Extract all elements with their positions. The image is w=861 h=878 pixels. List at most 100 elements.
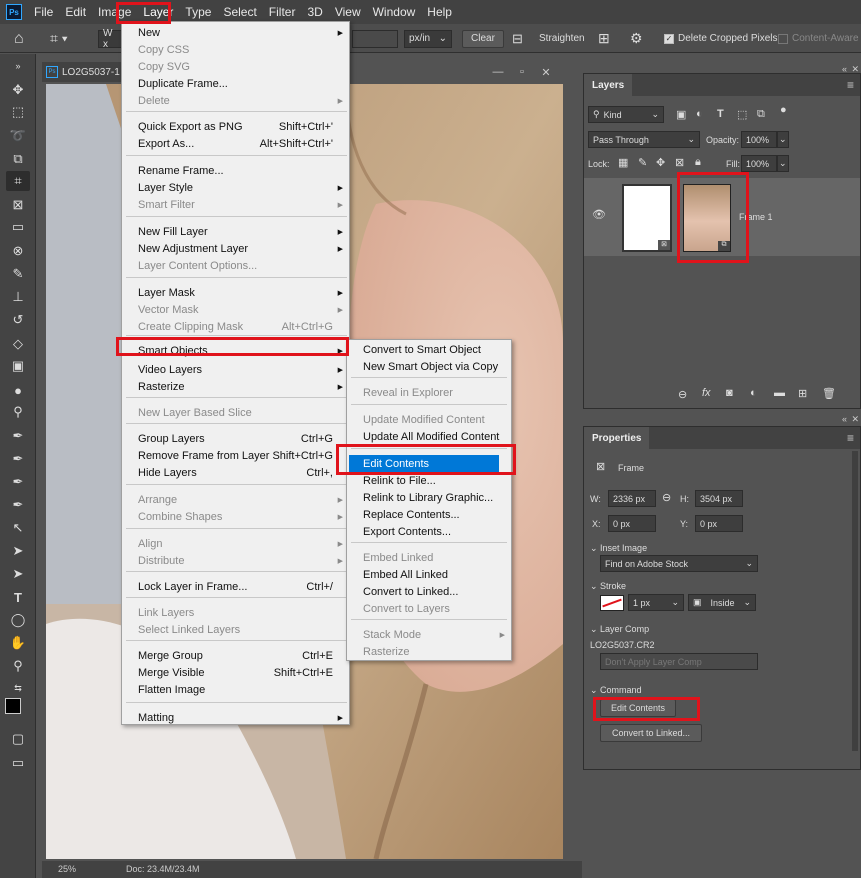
- eraser-tool-icon[interactable]: ◇: [6, 334, 30, 354]
- layer-menu-item[interactable]: Layer Mask ▶: [122, 284, 349, 301]
- link-layers-icon[interactable]: ⊖: [678, 388, 687, 401]
- new-layer-icon[interactable]: ⊞: [798, 387, 807, 400]
- filter-toggle-icon[interactable]: ●: [780, 104, 787, 116]
- layer-menu-item[interactable]: Arrange ▶: [122, 491, 349, 508]
- zoom-level[interactable]: 25%: [58, 864, 76, 874]
- inset-section-toggle[interactable]: ⌄ Inset Image: [590, 543, 647, 554]
- shape-tool-icon[interactable]: ◯: [6, 610, 30, 630]
- units-select[interactable]: px/in ⌄: [404, 29, 452, 48]
- direct-select-icon[interactable]: ➤: [6, 541, 30, 561]
- frame-thumbnail[interactable]: ⊠: [622, 184, 672, 252]
- edit-contents-menu-item[interactable]: Edit Contents: [349, 455, 499, 472]
- smart-object-menu-item[interactable]: Rasterize: [347, 643, 511, 660]
- opacity-input[interactable]: 100%: [741, 131, 777, 148]
- eye-icon[interactable]: 👁︎: [592, 208, 606, 221]
- convert-to-linked-button[interactable]: Convert to Linked...: [600, 724, 702, 742]
- close-properties-icon[interactable]: ✕: [851, 414, 859, 425]
- smart-object-filter-icon[interactable]: ⧉: [757, 108, 765, 121]
- stroke-color-swatch[interactable]: [600, 595, 624, 611]
- smart-object-menu-item[interactable]: Replace Contents...: [347, 506, 511, 523]
- home-icon[interactable]: ⌂: [14, 24, 24, 53]
- stroke-size-input[interactable]: 1 px ⌄: [628, 594, 684, 611]
- smart-object-menu-item[interactable]: Convert to Linked...: [347, 583, 511, 600]
- layer-menu-item[interactable]: Combine Shapes ▶: [122, 508, 349, 525]
- smart-object-menu-item[interactable]: Convert to Layers: [347, 600, 511, 617]
- quick-select-icon[interactable]: ⧉: [6, 149, 30, 169]
- stroke-position-select[interactable]: ▣ Inside ⌄: [688, 594, 756, 611]
- ratio-field[interactable]: W x: [98, 28, 122, 50]
- layer-menu-item[interactable]: Rasterize ▶: [122, 378, 349, 395]
- layer-menu-item[interactable]: Export As... Alt+Shift+Ctrl+': [122, 135, 349, 152]
- layer-menu-item[interactable]: Rename Frame...: [122, 162, 349, 179]
- edit-contents-button[interactable]: Edit Contents: [600, 699, 676, 717]
- filter-kind-select[interactable]: ⚲ Kind ⌄: [588, 106, 664, 123]
- eyedropper-tool-icon[interactable]: ▭: [6, 217, 30, 237]
- lock-all-icon[interactable]: 🔒︎: [695, 156, 701, 169]
- trash-icon[interactable]: 🗑︎: [822, 387, 836, 400]
- quick-mask-icon[interactable]: ▢: [6, 729, 30, 749]
- smart-object-menu-item[interactable]: Relink to Library Graphic...: [347, 489, 511, 506]
- brush-tool-icon[interactable]: ✎: [6, 264, 30, 284]
- pixel-filter-icon[interactable]: ▣: [676, 108, 686, 121]
- pen-tool-3-icon[interactable]: ✒: [6, 472, 30, 492]
- smart-object-menu-item[interactable]: Stack Mode ▶: [347, 626, 511, 643]
- layer-menu-item[interactable]: Video Layers ▶: [122, 361, 349, 378]
- layer-menu-item[interactable]: Merge Group Ctrl+E: [122, 647, 349, 664]
- lock-position-icon[interactable]: ✥: [656, 156, 665, 169]
- menu-help[interactable]: Help: [421, 0, 458, 24]
- layer-menu-item[interactable]: New Fill Layer ▶: [122, 223, 349, 240]
- smart-object-menu-item[interactable]: New Smart Object via Copy: [347, 358, 511, 375]
- layer-menu-item[interactable]: Vector Mask ▶: [122, 301, 349, 318]
- history-brush-icon[interactable]: ↺: [6, 310, 30, 330]
- lock-transparent-icon[interactable]: ▦: [618, 156, 628, 169]
- menu-file[interactable]: File: [28, 0, 59, 24]
- adjustment-filter-icon[interactable]: ◐: [696, 108, 703, 120]
- gradient-tool-icon[interactable]: ▣: [6, 356, 30, 376]
- close-icon[interactable]: ✕: [536, 62, 556, 82]
- tab-layers[interactable]: Layers: [584, 74, 633, 96]
- straighten-icon[interactable]: ⊟: [512, 24, 523, 53]
- smart-object-menu-item[interactable]: Embed All Linked: [347, 566, 511, 583]
- layer-menu-item[interactable]: New Adjustment Layer ▶: [122, 240, 349, 257]
- layer-name[interactable]: Frame 1: [739, 212, 773, 222]
- layer-menu-item[interactable]: New ▶: [122, 24, 349, 41]
- layer-menu-item[interactable]: Flatten Image: [122, 681, 349, 698]
- layer-menu-item[interactable]: Smart Filter ▶: [122, 196, 349, 213]
- swap-colors-icon[interactable]: ⇆: [6, 678, 30, 698]
- add-mask-icon[interactable]: ◙: [726, 387, 733, 399]
- smart-object-menu-item[interactable]: Convert to Smart Object: [347, 341, 511, 358]
- blur-tool-icon[interactable]: ●: [6, 380, 30, 400]
- straighten-label[interactable]: Straighten: [539, 24, 585, 53]
- shape-filter-icon[interactable]: ⬚: [737, 108, 747, 121]
- layer-menu-item[interactable]: Copy SVG: [122, 58, 349, 75]
- restore-icon[interactable]: ▫: [512, 62, 532, 82]
- path-select-icon[interactable]: ↖: [6, 518, 30, 538]
- screen-mode-icon[interactable]: ▭: [6, 753, 30, 773]
- layer-menu-item[interactable]: Smart Objects ▶: [122, 342, 349, 359]
- command-section-toggle[interactable]: ⌄ Command: [590, 685, 642, 696]
- layer-menu-item[interactable]: New Layer Based Slice: [122, 404, 349, 421]
- frame-tool-icon[interactable]: ⊠: [6, 195, 30, 215]
- smart-object-menu-item[interactable]: Relink to File...: [347, 472, 511, 489]
- dodge-tool-icon[interactable]: ⚲: [6, 402, 30, 422]
- comp-section-toggle[interactable]: ⌄ Layer Comp: [590, 624, 649, 635]
- type-filter-icon[interactable]: T: [717, 108, 724, 120]
- layer-menu-item[interactable]: Group Layers Ctrl+G: [122, 430, 349, 447]
- delete-cropped-checkbox[interactable]: ✓ Delete Cropped Pixels: [664, 24, 778, 53]
- fill-input[interactable]: 100%: [741, 155, 777, 172]
- properties-scrollbar[interactable]: [852, 451, 858, 751]
- panel-menu-icon[interactable]: ≡: [847, 78, 854, 92]
- chevron-down-icon[interactable]: ⌄: [777, 155, 789, 172]
- panel-menu-icon[interactable]: ≡: [847, 431, 854, 445]
- layer-comp-select[interactable]: Don't Apply Layer Comp: [600, 653, 758, 670]
- layer-menu-item[interactable]: Matting ▶: [122, 709, 349, 726]
- layer-menu-item[interactable]: Delete ▶: [122, 92, 349, 109]
- layer-menu-item[interactable]: Remove Frame from Layer Shift+Ctrl+G: [122, 447, 349, 464]
- menu-window[interactable]: Window: [367, 0, 422, 24]
- overlay-options-icon[interactable]: ⊞: [598, 24, 610, 53]
- layer-menu-item[interactable]: Align ▶: [122, 535, 349, 552]
- smart-object-thumbnail[interactable]: ⧉: [683, 184, 731, 252]
- pen-tool-4-icon[interactable]: ✒: [6, 495, 30, 515]
- crop-preset-icon[interactable]: ⌗ ▾: [50, 24, 68, 53]
- layer-menu-item[interactable]: Layer Content Options...: [122, 257, 349, 274]
